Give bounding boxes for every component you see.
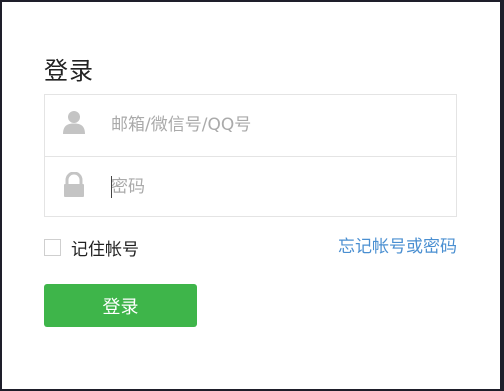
password-row xyxy=(45,157,456,218)
credentials-group xyxy=(44,94,457,217)
remember-checkbox[interactable] xyxy=(44,238,61,256)
user-icon xyxy=(63,110,85,136)
text-cursor xyxy=(111,176,112,198)
remember-label: 记住帐号 xyxy=(71,239,139,260)
login-title: 登录 xyxy=(44,57,94,85)
lock-icon xyxy=(63,171,85,198)
account-row xyxy=(45,95,456,157)
login-button[interactable]: 登录 xyxy=(44,284,197,327)
forgot-account-link[interactable]: 忘记帐号或密码 xyxy=(338,235,457,259)
account-input[interactable] xyxy=(111,111,431,139)
password-input[interactable] xyxy=(111,173,431,201)
remember-account[interactable]: 记住帐号 xyxy=(44,235,139,260)
login-dialog: 登录 记住帐号 忘记帐号或密码 登录 xyxy=(2,2,500,389)
